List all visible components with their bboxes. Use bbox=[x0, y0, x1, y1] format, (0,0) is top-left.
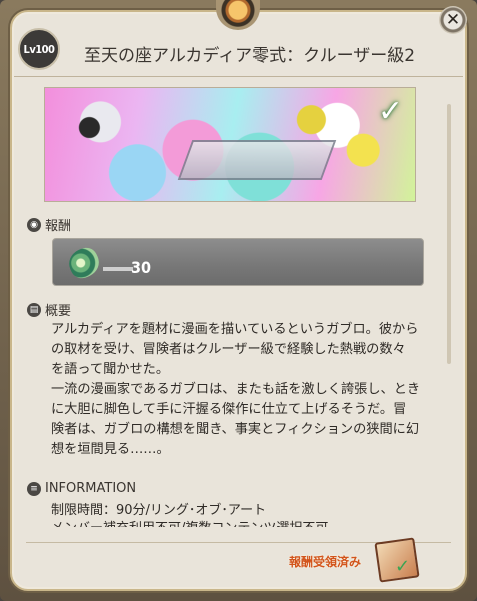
cleared-check-icon: ✓ bbox=[377, 94, 403, 129]
overview-text: アルカディアを題材に漫画を描いているというガブロ。彼から の取材を受け、冒険者は… bbox=[51, 320, 421, 460]
document-icon: ≡ bbox=[27, 481, 41, 496]
rewards-icon: ◉ bbox=[27, 217, 41, 232]
info-line: メンバー補充利用不可/複数コンテンツ選択不可 bbox=[51, 517, 328, 527]
overview-line: の取材を受け、冒険者はクルーザー級で経験した熱戦の数々 bbox=[51, 342, 406, 357]
overview-line: を語って聞かせた。 bbox=[51, 362, 170, 377]
reward-bar bbox=[103, 267, 133, 271]
rewards-claimed-label: 報酬受領済み bbox=[289, 555, 362, 569]
reward-quantity: 30 bbox=[131, 258, 152, 277]
rewards-header-label: 報酬 bbox=[45, 219, 72, 234]
information-header-label: INFORMATION bbox=[45, 481, 137, 496]
tomestone-icon[interactable] bbox=[64, 243, 104, 283]
window-frame: ✕ Lv100 至天の座アルカディア零式：クルーザー級2 ✓ ◉ 報酬 30 ▤… bbox=[0, 0, 477, 601]
information-content: 制限時間：90分/リング･オブ･アート メンバー補充利用不可/複数コンテンツ選択… bbox=[40, 495, 430, 527]
overview-line: 一流の漫画家であるガブロは、またも話を激しく誇張し、とき bbox=[51, 382, 421, 397]
reward-slot[interactable]: 30 bbox=[52, 238, 424, 286]
overview-line: アルカディアを題材に漫画を描いているというガブロ。彼から bbox=[51, 322, 419, 337]
overview-header: ▤ 概要 bbox=[27, 300, 71, 319]
duty-title: 至天の座アルカディア零式：クルーザー級2 bbox=[84, 46, 416, 66]
title-divider bbox=[14, 76, 463, 77]
level-badge: Lv100 bbox=[18, 28, 60, 70]
claimed-check-icon: ✓ bbox=[395, 556, 411, 577]
information-header: ≡ INFORMATION bbox=[27, 481, 136, 496]
book-icon: ▤ bbox=[27, 302, 41, 317]
scrollbar[interactable] bbox=[447, 104, 451, 364]
overview-line: 想を垣間見る……。 bbox=[51, 442, 170, 457]
overview-line: に大胆に脚色して手に汗握る傑作に仕立て上げるそうだ。冒 bbox=[51, 402, 407, 417]
overview-line: 険者は、ガブロの構想を聞き、事実とフィクションの狭間に幻 bbox=[51, 422, 420, 437]
rewards-header: ◉ 報酬 bbox=[27, 215, 71, 234]
overview-header-label: 概要 bbox=[45, 304, 72, 319]
banner-arena-shape bbox=[177, 140, 337, 180]
close-button[interactable]: ✕ bbox=[439, 6, 467, 34]
info-line: 制限時間：90分/リング･オブ･アート bbox=[51, 503, 267, 518]
duty-banner-image: ✓ bbox=[44, 87, 416, 202]
